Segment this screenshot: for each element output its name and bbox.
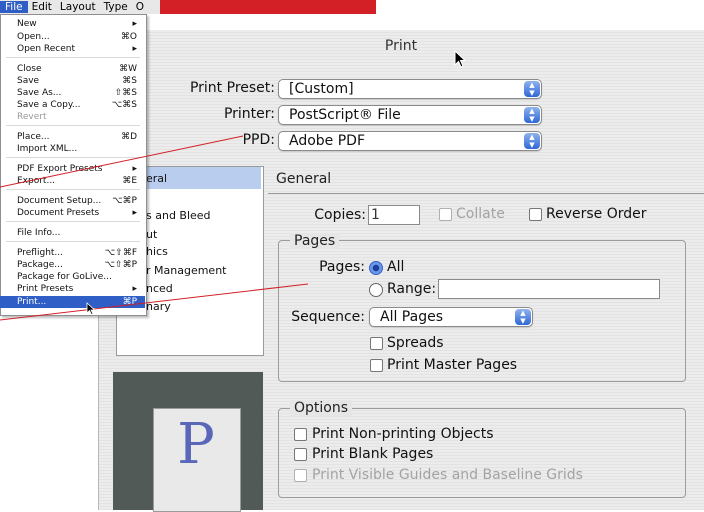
annotation-line-ppd — [0, 135, 244, 188]
menu-cursor-icon — [86, 302, 96, 315]
annotation-line-range — [0, 283, 309, 321]
annotation-lines — [0, 135, 309, 321]
